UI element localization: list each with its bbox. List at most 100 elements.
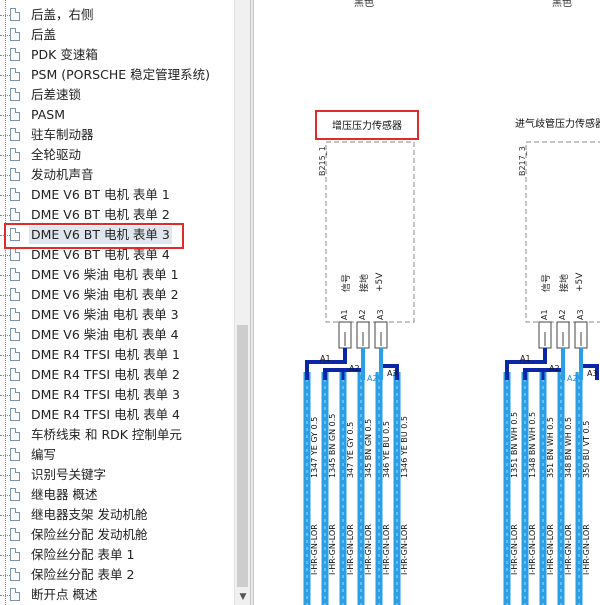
tree-branch-line: [0, 475, 10, 476]
tree-item[interactable]: 发动机声音: [0, 165, 234, 185]
tree-item[interactable]: 后盖: [0, 25, 234, 45]
document-icon: [10, 388, 20, 401]
tree-item-label: 后差速锁: [31, 87, 82, 102]
document-icon: [10, 368, 20, 381]
scrollbar-thumb[interactable]: [237, 325, 248, 587]
tree-item[interactable]: 全轮驱动: [0, 145, 234, 165]
harness-label-2-2: I-HR-GN-LOR: [528, 524, 537, 575]
harness-label-2-5: I-HR-GN-LOR: [582, 524, 591, 575]
top-color-label-2: 黑色: [552, 0, 572, 9]
wiring-diagram-graphic: [303, 141, 600, 605]
pin-name-ground-2: 接地: [560, 273, 570, 292]
tree-branch-line: [0, 515, 10, 516]
tree-item[interactable]: DME R4 TFSI 电机 表单 4: [0, 405, 234, 425]
sensor-title-manifold-pressure[interactable]: 进气歧管压力传感器: [510, 110, 600, 140]
pin-name-signal-2: 信号: [542, 273, 552, 292]
harness-label-1-3: I-HR-GN-LOR: [346, 524, 355, 575]
tree-item[interactable]: DME V6 BT 电机 表单 2: [0, 205, 234, 225]
tree-item[interactable]: 编写: [0, 445, 234, 465]
tree-branch-line: [0, 555, 10, 556]
pin-id-1-a3: A3: [376, 309, 385, 320]
component-id-2: B217_3: [518, 146, 527, 176]
wire-label-2-2: 1348 BN WH 0.5: [528, 411, 537, 478]
tree-item[interactable]: 断开点 概述: [0, 585, 234, 605]
harness-label-2-4: I-HR-GN-LOR: [564, 524, 573, 575]
pin-id-2-a3: A3: [576, 309, 585, 320]
tree-item[interactable]: DME V6 柴油 电机 表单 2: [0, 285, 234, 305]
tree-item[interactable]: DME V6 BT 电机 表单 1: [0, 185, 234, 205]
document-icon: [10, 348, 20, 361]
document-icon: [10, 188, 20, 201]
vertical-scrollbar[interactable]: ▼: [234, 0, 250, 605]
tree-branch-line: [0, 455, 10, 456]
tree-branch-line: [0, 315, 10, 316]
tree-item-label: PDK 变速箱: [31, 47, 98, 62]
document-icon: [10, 108, 20, 121]
tree-item[interactable]: 识别号关键字: [0, 465, 234, 485]
tree-branch-line: [0, 55, 10, 56]
tree-item[interactable]: DME V6 柴油 电机 表单 1: [0, 265, 234, 285]
tree-item-label: 保险丝分配 发动机舱: [31, 527, 148, 542]
tree-branch-line: [0, 195, 10, 196]
tree-branch-line: [0, 215, 10, 216]
document-icon: [10, 308, 20, 321]
tree-item[interactable]: DME V6 柴油 电机 表单 3: [0, 305, 234, 325]
pin-name-ground-1: 接地: [360, 273, 370, 292]
wire-label-1-5: 346 YE BU 0.5: [382, 421, 391, 478]
tree-branch-line: [0, 395, 10, 396]
tree-item-label: DME V6 柴油 电机 表单 2: [31, 287, 179, 302]
tree-branch-line: [0, 175, 10, 176]
harness-label-2-1: I-HR-GN-LOR: [510, 524, 519, 575]
document-icon: [10, 148, 20, 161]
tree-item[interactable]: PDK 变速箱: [0, 45, 234, 65]
sensor-title-boost-pressure[interactable]: 增压压力传感器: [315, 110, 419, 140]
tree-branch-line: [0, 355, 10, 356]
tree-item[interactable]: 后差速锁: [0, 85, 234, 105]
document-icon: [10, 268, 20, 281]
connector-label-2-a2: A2: [549, 364, 560, 373]
wire-label-2-3: 351 BN WH 0.5: [546, 416, 555, 478]
tree-item[interactable]: 保险丝分配 表单 1: [0, 545, 234, 565]
document-icon: [10, 508, 20, 521]
tree-item[interactable]: 继电器 概述: [0, 485, 234, 505]
document-icon: [10, 488, 20, 501]
tree-branch-line: [0, 95, 10, 96]
tree-item[interactable]: PSM (PORSCHE 稳定管理系统): [0, 65, 234, 85]
harness-label-1-6: I-HR-GN-LOR: [400, 524, 409, 575]
document-tree: 后盖，右侧 后盖 PDK 变速箱 PSM (PORSCHE 稳定管理系统) 后差速锁 PA…: [0, 0, 234, 605]
top-color-label-1: 黑色: [354, 0, 374, 9]
tree-item[interactable]: 后盖，右侧: [0, 5, 234, 25]
connector-label-2-a2-blue: A2: [567, 374, 578, 383]
tree-item-label: DME V6 柴油 电机 表单 4: [31, 327, 179, 342]
pin-id-2-a2: A2: [558, 309, 567, 320]
tree-item-label: DME V6 柴油 电机 表单 1: [31, 267, 179, 282]
tree-item[interactable]: DME R4 TFSI 电机 表单 3: [0, 385, 234, 405]
tree-item[interactable]: 保险丝分配 发动机舱: [0, 525, 234, 545]
tree-branch-line: [0, 335, 10, 336]
tree-item[interactable]: DME V6 柴油 电机 表单 4: [0, 325, 234, 345]
tree-item[interactable]: 保险丝分配 表单 2: [0, 565, 234, 585]
document-icon: [10, 248, 20, 261]
tree-item[interactable]: 继电器支架 发动机舱: [0, 505, 234, 525]
tree-item-label: 识别号关键字: [31, 467, 107, 482]
tree-item[interactable]: DME R4 TFSI 电机 表单 2: [0, 365, 234, 385]
document-icon: [10, 428, 20, 441]
tree-item-label: 车桥线束 和 RDK 控制单元: [31, 427, 182, 442]
tree-item[interactable]: DME R4 TFSI 电机 表单 1: [0, 345, 234, 365]
tree-item-label: 全轮驱动: [31, 147, 82, 162]
wire-label-2-4: 348 BN WH 0.5: [564, 416, 573, 478]
wire-label-1-6: 1346 YE BU 0.5: [400, 416, 409, 478]
tree-item[interactable]: 车桥线束 和 RDK 控制单元: [0, 425, 234, 445]
tree-branch-line: [0, 115, 10, 116]
scroll-down-arrow-icon[interactable]: ▼: [235, 589, 251, 605]
tree-item[interactable]: PASM: [0, 105, 234, 125]
harness-label-1-1: I-HR-GN-LOR: [310, 524, 319, 575]
connector-label-1-a1: A1: [320, 354, 331, 363]
document-icon: [10, 408, 20, 421]
harness-label-1-4: I-HR-GN-LOR: [364, 524, 373, 575]
pin-id-1-a2: A2: [358, 309, 367, 320]
tree-item[interactable]: 驻车制动器: [0, 125, 234, 145]
tree-branch-line: [0, 415, 10, 416]
pin-name-signal-1: 信号: [342, 273, 352, 292]
tree-branch-line: [0, 435, 10, 436]
